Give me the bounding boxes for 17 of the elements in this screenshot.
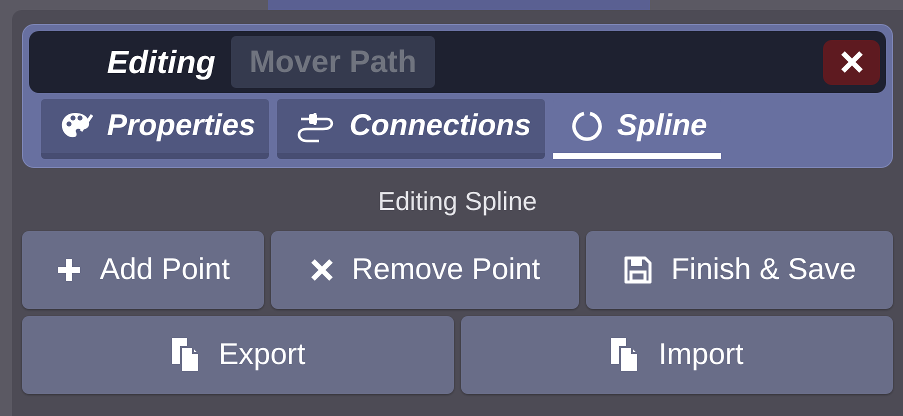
copy-icon <box>170 337 201 373</box>
save-icon <box>623 255 654 285</box>
close-button[interactable] <box>823 40 880 84</box>
tab[interactable]: Properties <box>41 99 270 159</box>
ring-icon <box>571 110 604 142</box>
export-button[interactable]: Export <box>22 316 454 394</box>
object-name: Mover Path <box>231 36 435 88</box>
tab[interactable]: Connections <box>277 99 546 159</box>
close-icon <box>840 50 864 74</box>
close-icon <box>310 258 334 282</box>
plus-icon <box>56 257 82 283</box>
save-button[interactable]: Finish & Save <box>586 231 893 309</box>
remove-point-button[interactable]: Remove Point <box>270 231 580 309</box>
add-point-button[interactable]: Add Point <box>22 231 264 309</box>
import-button[interactable]: Import <box>461 316 893 394</box>
section-title: Editing Spline <box>377 186 538 217</box>
mode-label: Editing <box>107 44 216 80</box>
